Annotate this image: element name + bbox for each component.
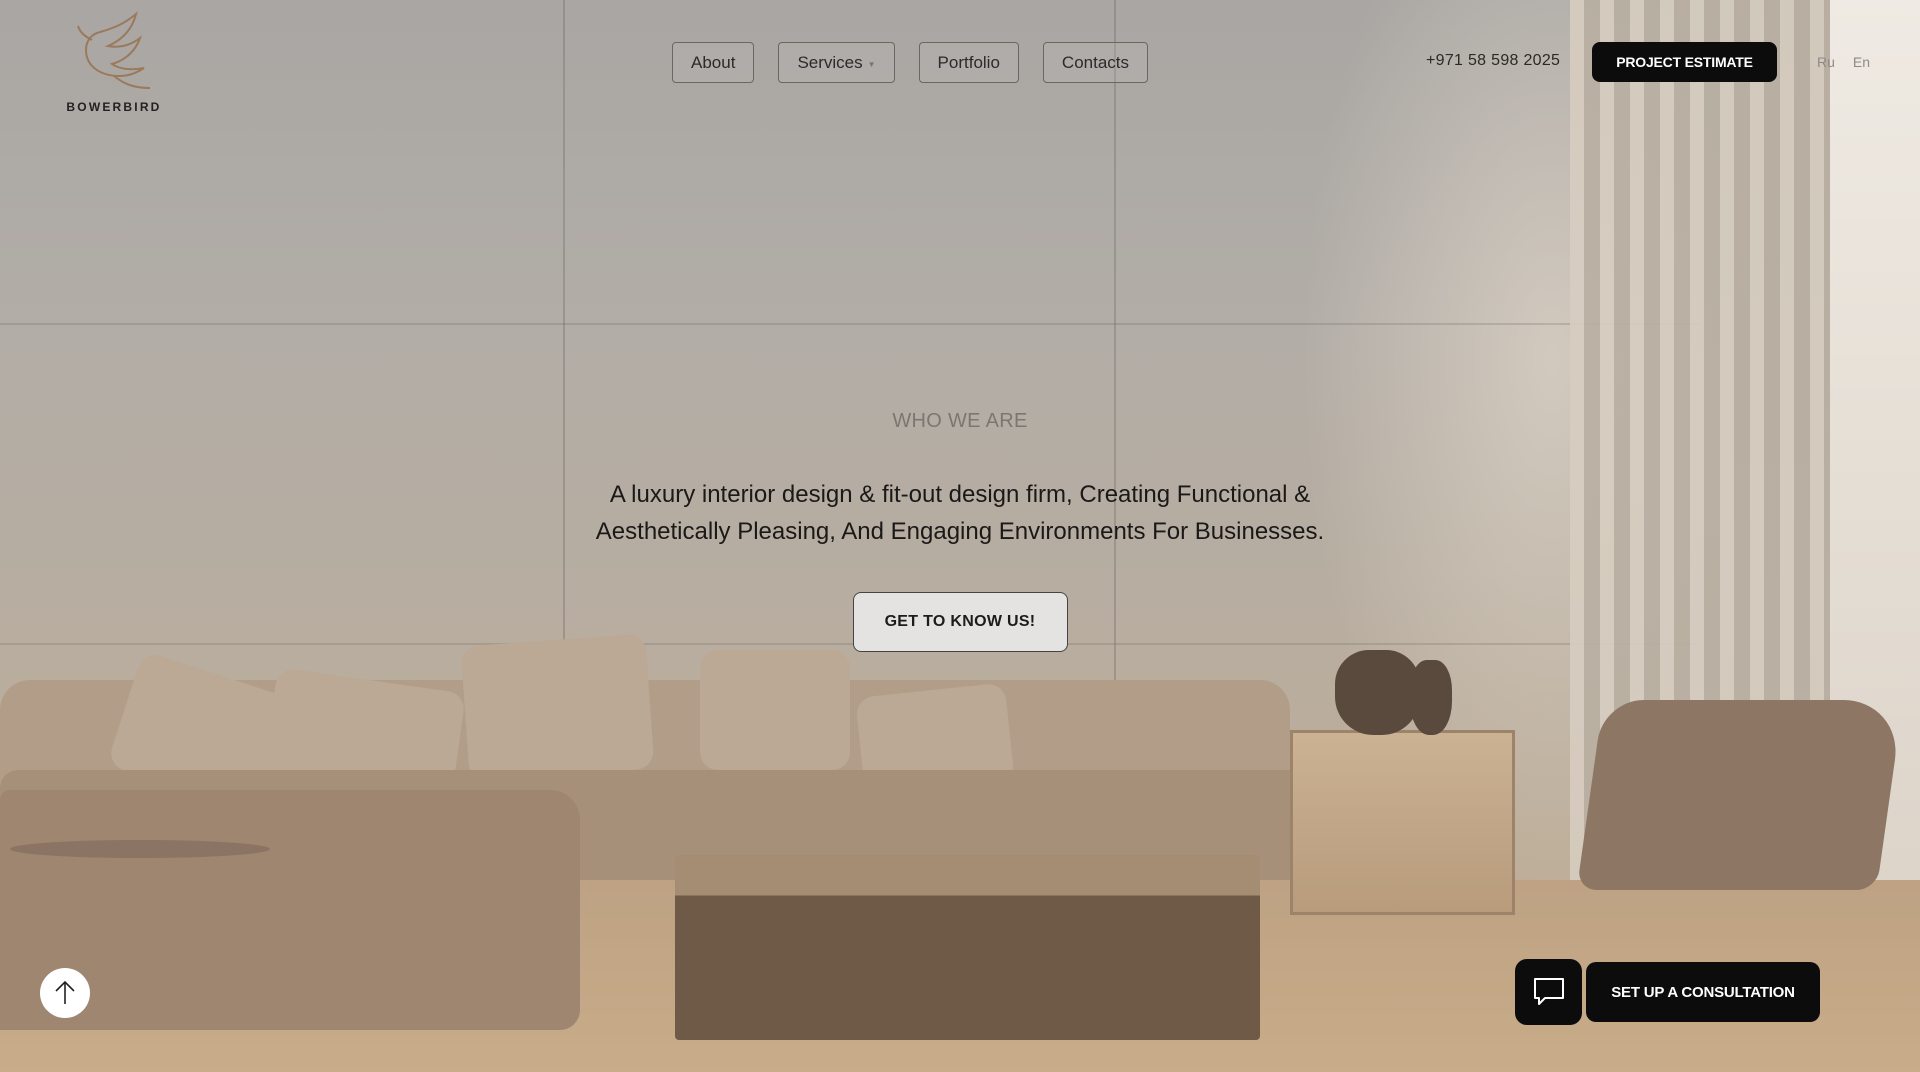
hero-section: WHO WE ARE A luxury interior design & fi… bbox=[0, 410, 1920, 652]
nav-services-label: Services bbox=[797, 52, 863, 72]
lang-en[interactable]: En bbox=[1853, 54, 1870, 70]
brand-name: BOWERBIRD bbox=[66, 100, 162, 114]
nav-about-label: About bbox=[691, 52, 736, 72]
nav-contacts[interactable]: Contacts bbox=[1042, 42, 1149, 83]
hero-headline: A luxury interior design & fit-out desig… bbox=[595, 481, 1325, 545]
language-switcher: Ru En bbox=[1817, 54, 1870, 70]
arrow-up-icon bbox=[55, 980, 75, 1004]
lang-ru[interactable]: Ru bbox=[1817, 54, 1835, 70]
phone-link[interactable]: +971 58 598 2025 bbox=[1426, 52, 1560, 70]
chevron-down-icon: ▼ bbox=[867, 59, 876, 69]
chat-bubble-icon bbox=[1533, 978, 1564, 1005]
project-estimate-button[interactable]: PROJECT ESTIMATE bbox=[1592, 42, 1777, 82]
scroll-to-top-button[interactable] bbox=[40, 968, 90, 1018]
site-header: BOWERBIRD About Services ▼ Portfolio Con… bbox=[0, 0, 1920, 125]
chat-button[interactable] bbox=[1515, 959, 1582, 1025]
nav-about[interactable]: About bbox=[672, 42, 755, 83]
set-up-consultation-button[interactable]: SET UP A CONSULTATION bbox=[1586, 962, 1820, 1022]
hero-eyebrow: WHO WE ARE bbox=[892, 410, 1028, 432]
nav-services[interactable]: Services ▼ bbox=[778, 42, 895, 83]
get-to-know-us-button[interactable]: GET TO KNOW US! bbox=[852, 592, 1068, 652]
nav-portfolio-label: Portfolio bbox=[937, 52, 1000, 72]
bird-logo-icon bbox=[77, 11, 151, 89]
nav-portfolio[interactable]: Portfolio bbox=[918, 42, 1019, 83]
main-nav: About Services ▼ Portfolio Contacts bbox=[672, 42, 1149, 83]
nav-contacts-label: Contacts bbox=[1061, 52, 1130, 72]
brand-logo[interactable]: BOWERBIRD bbox=[64, 10, 164, 114]
